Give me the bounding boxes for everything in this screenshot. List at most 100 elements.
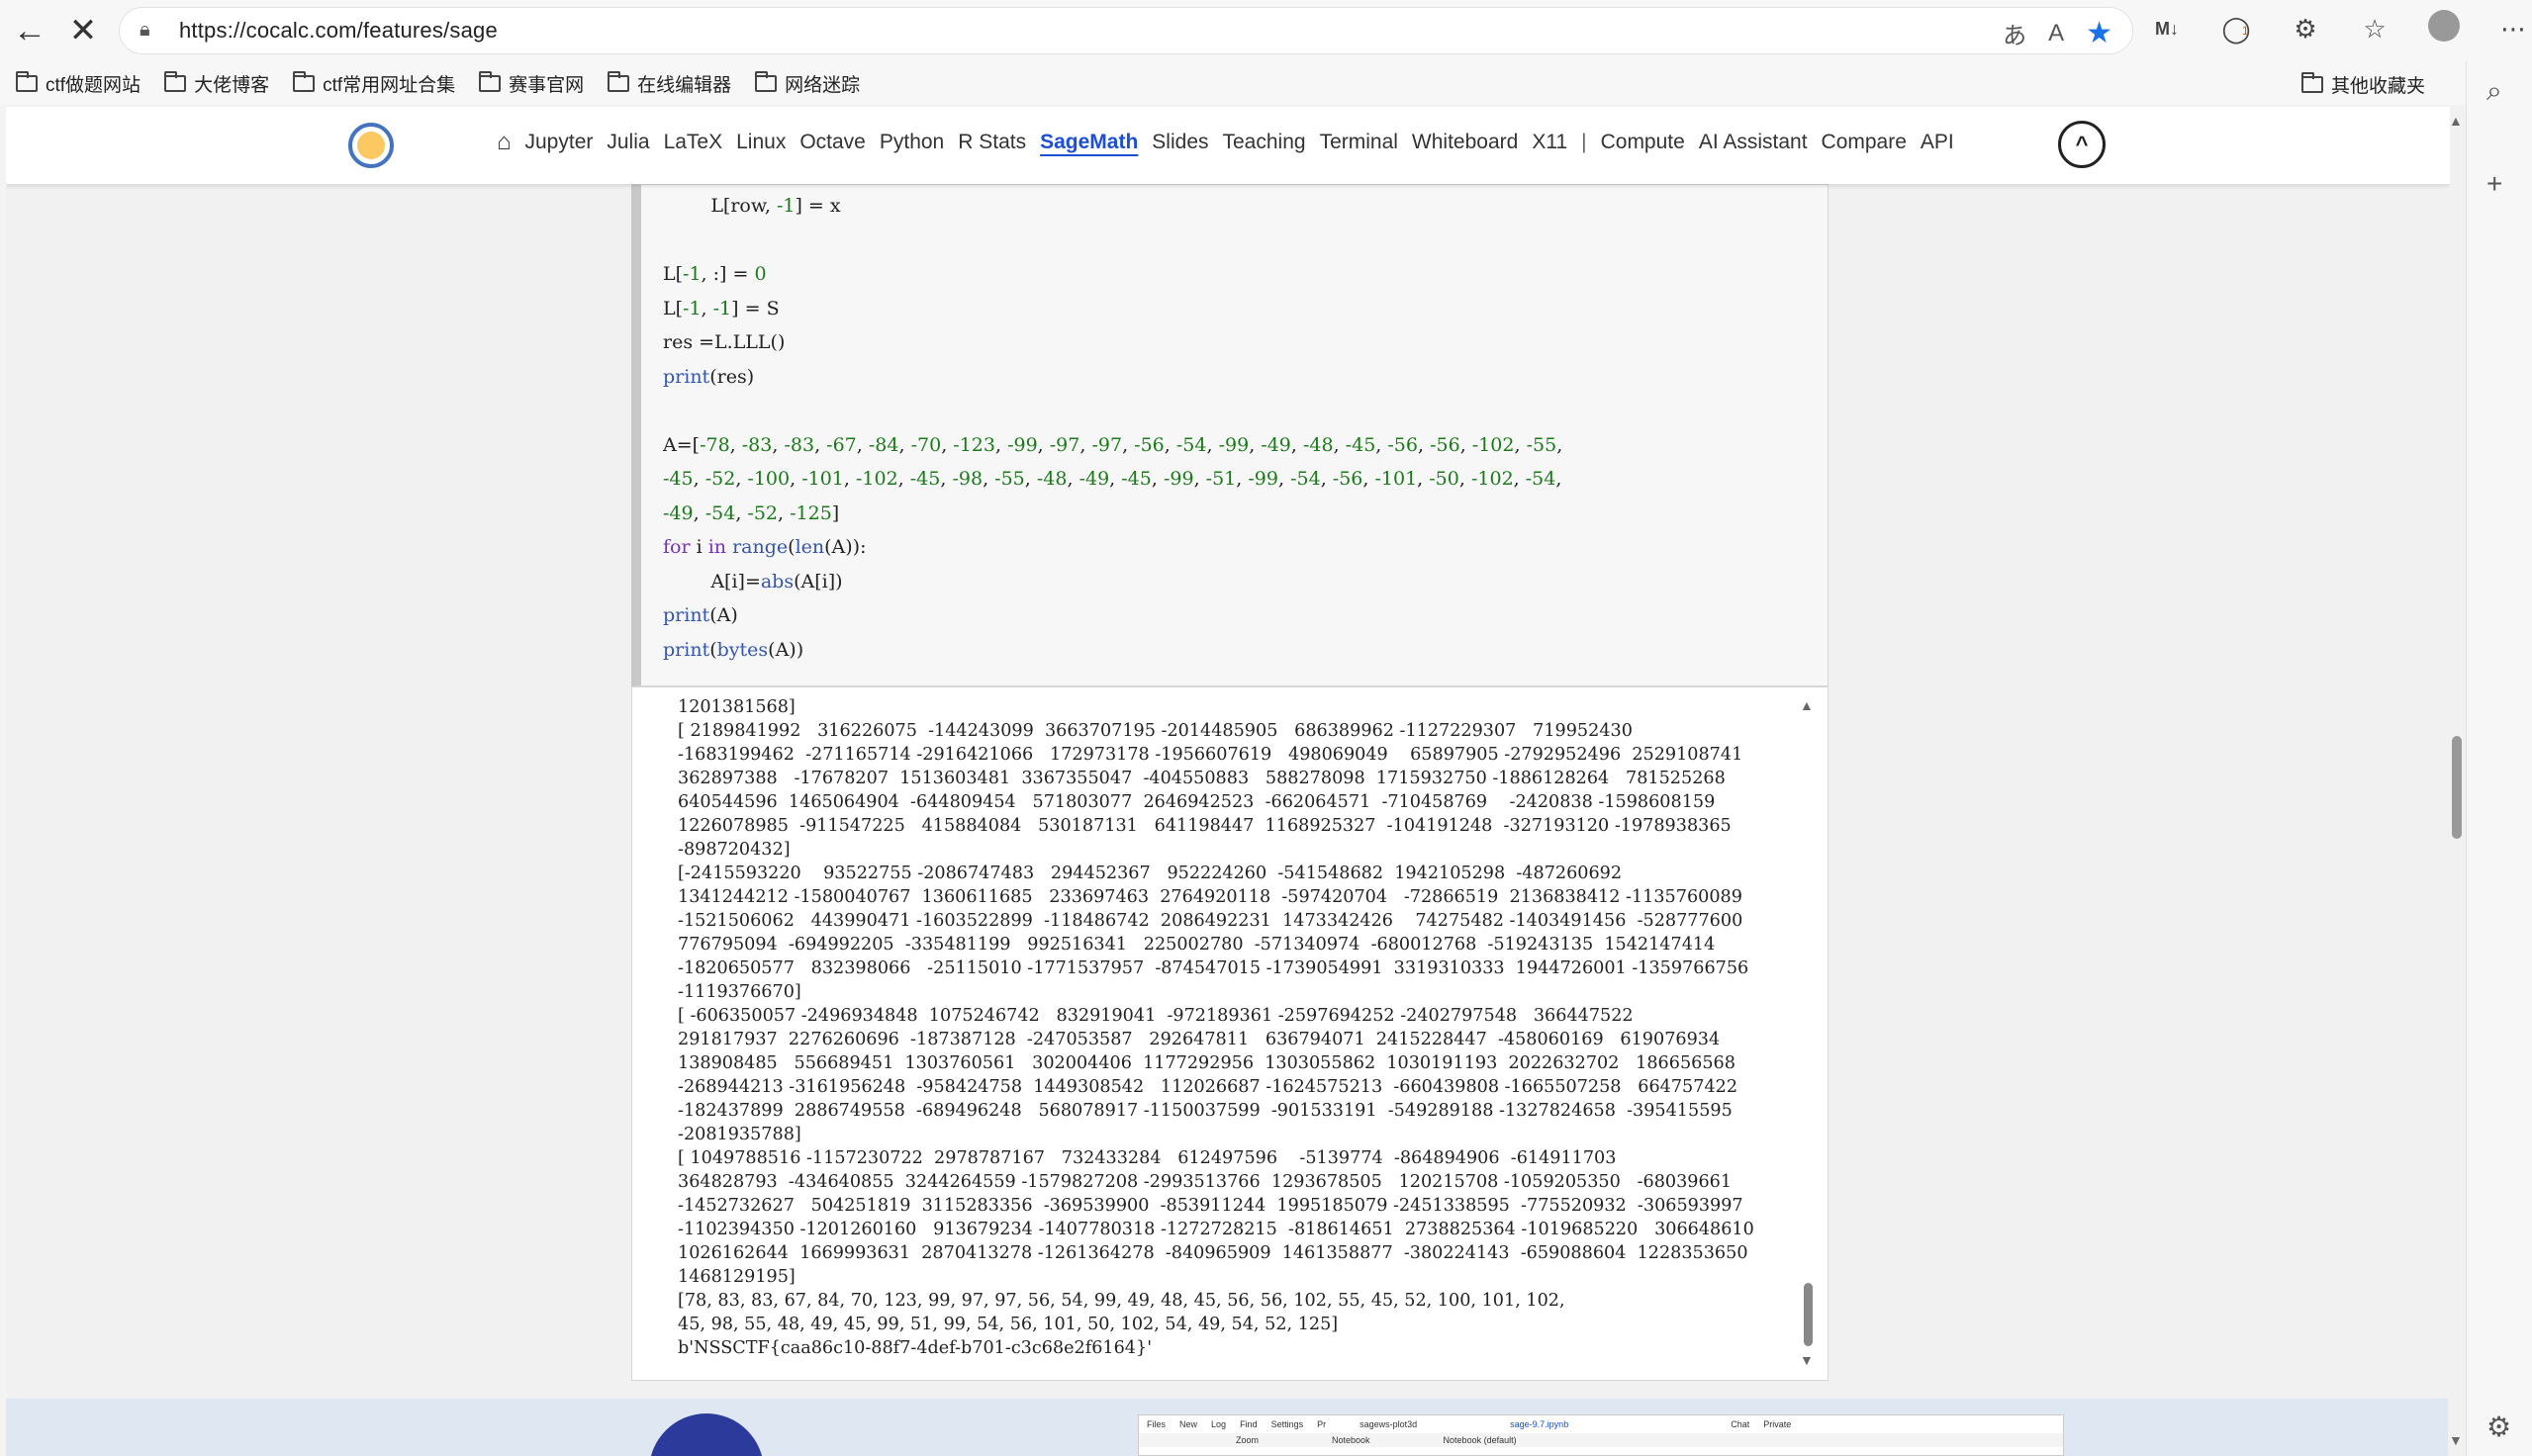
folder-icon — [608, 70, 630, 92]
folder-icon — [479, 70, 502, 92]
bookmark-folder[interactable]: 在线编辑器 — [608, 70, 731, 97]
code-line[interactable]: res =L.LLL() — [663, 325, 1562, 360]
nav-item-teaching[interactable]: Teaching — [1223, 131, 1306, 154]
preview-label: sage-9.7.ipynb — [1510, 1419, 1569, 1429]
code-line[interactable]: A=[-78, -83, -83, -67, -84, -70, -123, -… — [663, 428, 1562, 463]
bookmark-folder[interactable]: ctf做题网站 — [16, 70, 141, 97]
code-line[interactable]: print(A) — [663, 598, 1562, 633]
output-line: 291817937 2276260696 -187387128 -2470535… — [678, 1030, 1721, 1049]
code-line[interactable]: -49, -54, -52, -125] — [663, 497, 1562, 531]
favorite-star-icon[interactable]: ★ — [2086, 16, 2112, 50]
nav-item-compute[interactable]: Compute — [1601, 131, 1685, 154]
output-line: -898720432] — [678, 840, 791, 860]
extension-badge-count: 1 — [2242, 24, 2249, 38]
output-scroll-thumb[interactable] — [1804, 1283, 1813, 1346]
preview-label: Private — [1763, 1419, 1792, 1429]
extensions-icon[interactable]: ⚙ — [2286, 14, 2325, 45]
profile-avatar[interactable] — [2424, 10, 2464, 48]
preview-label: Zoom — [1236, 1435, 1260, 1445]
nav-item-slides[interactable]: Slides — [1152, 131, 1208, 154]
output-scrollbar[interactable]: ▲ ▼ — [1800, 697, 1816, 1370]
code-line[interactable]: -45, -52, -100, -101, -102, -45, -98, -5… — [663, 462, 1562, 497]
folder-icon — [2300, 72, 2323, 93]
folder-icon — [16, 70, 38, 92]
nav-item-julia[interactable]: Julia — [607, 131, 649, 154]
output-line: 138908485 556689451 1303760561 302004406… — [678, 1053, 1735, 1073]
translate-icon[interactable]: あ — [2003, 16, 2026, 50]
nav-item-jupyter[interactable]: Jupyter — [525, 131, 594, 154]
nav-item-terminal[interactable]: Terminal — [1320, 131, 1398, 154]
site-info-icon[interactable]: 🔒︎ — [140, 19, 163, 43]
preview-label: Notebook (default) — [1443, 1435, 1517, 1445]
output-text: 1201381568] [ 2189841992 316226075 -14424… — [678, 695, 1796, 1360]
add-icon[interactable]: + — [2486, 168, 2502, 200]
other-bookmarks[interactable]: 其他收藏夹 — [2300, 71, 2425, 98]
nav-item-x11[interactable]: X11 — [1532, 131, 1567, 154]
output-cell: 1201381568] [ 2189841992 316226075 -14424… — [631, 686, 1829, 1381]
code-line[interactable] — [663, 394, 1562, 428]
output-line: -1119376670] — [678, 982, 801, 1002]
output-line: 1341244212 -1580040767 1360611685 233697… — [678, 887, 1742, 907]
nav-item-api[interactable]: API — [1921, 131, 1954, 154]
output-line: -182437899 2886749558 -689496248 5680789… — [678, 1101, 1733, 1121]
code-line[interactable]: L[-1, :] = 0 — [663, 257, 1562, 292]
address-bar[interactable]: 🔒︎ https://cocalc.com/features/sage あ A … — [119, 7, 2133, 54]
scroll-down-icon[interactable]: ▼ — [1800, 1352, 1814, 1368]
cocalc-logo[interactable] — [348, 123, 394, 168]
code-line[interactable]: A[i]=abs(A[i]) — [663, 565, 1562, 599]
folder-icon — [164, 70, 187, 92]
nav-item-sagemath[interactable]: SageMath — [1040, 131, 1138, 154]
nav-item-compare[interactable]: Compare — [1822, 131, 1907, 154]
page-scroll-thumb[interactable] — [2452, 736, 2462, 839]
nav-item-octave[interactable]: Octave — [799, 131, 866, 154]
output-line: -1102394350 -1201260160 913679234 -14077… — [678, 1220, 1754, 1239]
back-icon[interactable]: ← — [6, 7, 53, 54]
extension-badge-icon[interactable]: ◯ 1 — [2216, 14, 2256, 45]
home-icon[interactable]: ⌂ — [497, 129, 512, 156]
collapse-up-icon[interactable]: ^ — [2058, 121, 2106, 168]
bookmark-folder[interactable]: 网络迷踪 — [755, 70, 860, 97]
output-line: [-2415593220 93522755 -2086747483 294452… — [678, 864, 1623, 883]
code-editor[interactable]: L[row, -1] = x L[-1, :] = 0 L[-1, -1] = S… — [663, 189, 1562, 667]
nav-item-latex[interactable]: LaTeX — [664, 131, 723, 154]
sidebar-panel: ⌕ + ⚙ — [2466, 61, 2532, 1456]
favorites-icon[interactable]: ☆ — [2355, 14, 2394, 45]
preview-label: Settings — [1270, 1419, 1304, 1429]
page-scrollbar[interactable]: ▲ ▼ — [2448, 107, 2466, 1456]
bookmark-folder[interactable]: ctf常用网址合集 — [293, 70, 455, 97]
more-menu-icon[interactable]: ⋯ — [2493, 14, 2532, 45]
preview-label: Pr — [1317, 1419, 1327, 1429]
code-line[interactable]: L[row, -1] = x — [663, 189, 1562, 224]
code-line[interactable]: print(res) — [663, 360, 1562, 395]
output-line: -1683199462 -271165714 -2916421066 17297… — [678, 745, 1743, 765]
search-icon[interactable]: ⌕ — [2486, 75, 2502, 108]
nav-item-python[interactable]: Python — [880, 131, 944, 154]
browser-toolbar: ← ✕ 🔒︎ https://cocalc.com/features/sage … — [0, 0, 2532, 61]
nav-item-whiteboard[interactable]: Whiteboard — [1412, 131, 1518, 154]
settings-gear-icon[interactable]: ⚙ — [2486, 1410, 2511, 1443]
code-line[interactable]: L[-1, -1] = S — [663, 292, 1562, 326]
scroll-down-icon[interactable]: ▼ — [2449, 1432, 2463, 1448]
bookmark-folder[interactable]: 大佬博客 — [164, 70, 269, 97]
preview-label: sagews-plot3d — [1360, 1419, 1418, 1429]
url-text[interactable]: https://cocalc.com/features/sage — [179, 18, 498, 44]
nav-item-rstats[interactable]: R Stats — [958, 131, 1026, 154]
preview-label: Find — [1240, 1419, 1258, 1429]
code-line[interactable]: for i in range(len(A)): — [663, 530, 1562, 565]
preview-label: Notebook — [1332, 1435, 1370, 1445]
code-line[interactable] — [663, 224, 1562, 258]
bookmarks-bar: ctf做题网站 大佬博客 ctf常用网址合集 赛事官网 在线编辑器 网络迷踪 其… — [0, 61, 2532, 105]
code-cell[interactable]: L[row, -1] = x L[-1, :] = 0 L[-1, -1] = S… — [631, 184, 1829, 686]
stop-load-icon[interactable]: ✕ — [59, 7, 107, 54]
read-aloud-icon[interactable]: A — [2048, 20, 2064, 47]
nav-item-ai-assistant[interactable]: AI Assistant — [1699, 131, 1808, 154]
bookmark-folder[interactable]: 赛事官网 — [479, 70, 584, 97]
code-line[interactable]: print(bytes(A)) — [663, 633, 1562, 668]
scroll-up-icon[interactable]: ▲ — [1800, 697, 1814, 713]
output-line: -2081935788] — [678, 1125, 801, 1144]
markdown-extension-icon[interactable]: M↓ — [2147, 19, 2187, 40]
nav-item-linux[interactable]: Linux — [736, 131, 786, 154]
scroll-up-icon[interactable]: ▲ — [2449, 113, 2463, 129]
output-line: 640544596 1465064904 -644809454 57180307… — [678, 792, 1716, 812]
output-line: -1521506062 443990471 -1603522899 -11848… — [678, 911, 1743, 931]
